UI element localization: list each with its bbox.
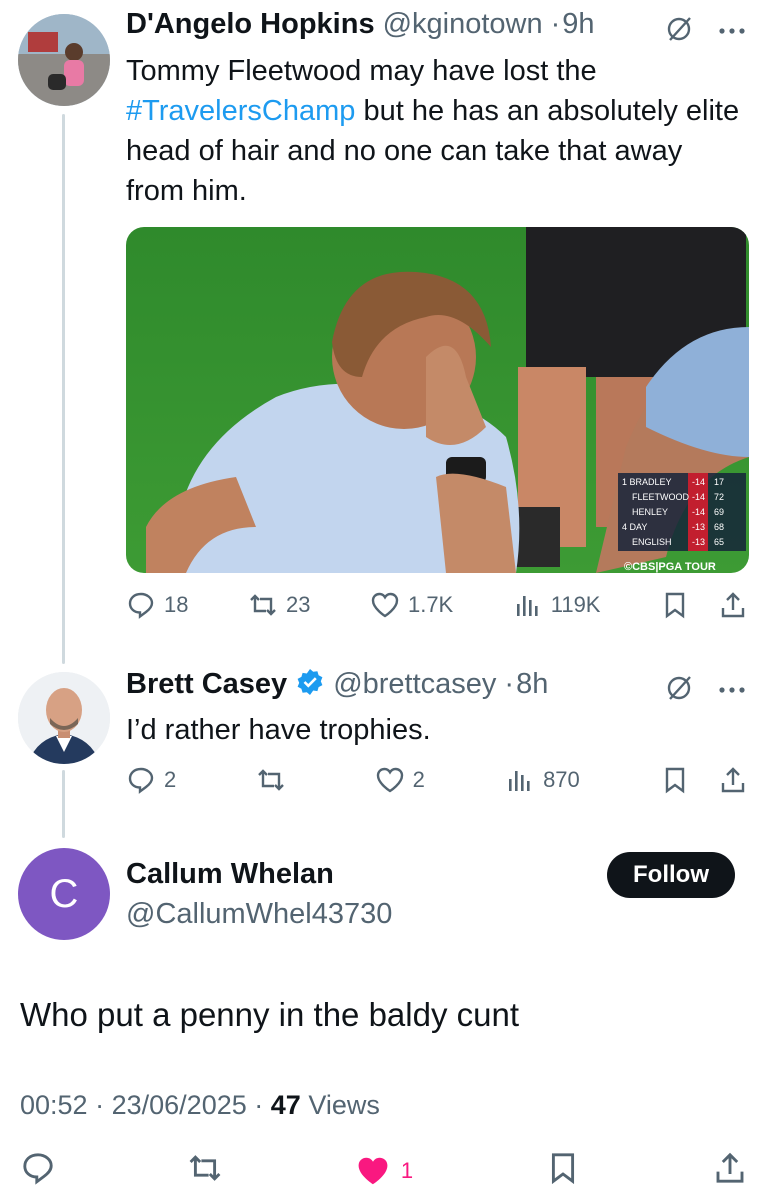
bookmark-button[interactable]: [545, 1150, 581, 1191]
media-watermark: ©CBS|PGA TOUR: [624, 561, 716, 573]
separator-dot: ·: [550, 8, 561, 40]
tweet-text: Who put a penny in the baldy cunt: [20, 996, 519, 1033]
views-icon: [516, 596, 538, 616]
reply-button[interactable]: 2: [126, 765, 176, 795]
views-count: 47: [270, 1090, 301, 1120]
bookmark-button[interactable]: [660, 590, 748, 620]
tweet-action-bar: 1: [20, 1150, 748, 1191]
reply-count: 2: [164, 767, 177, 792]
views-label: Views: [308, 1090, 380, 1120]
tweet-header: Brett Casey @brettcasey · 8h: [126, 667, 548, 702]
like-button[interactable]: 2: [375, 765, 425, 795]
user-handle[interactable]: @kginotown: [383, 8, 543, 41]
views-button[interactable]: 870: [505, 765, 580, 795]
avatar[interactable]: [18, 14, 110, 106]
timestamp[interactable]: 9h: [562, 8, 594, 41]
reply-icon: [128, 592, 154, 619]
svg-text:ENGLISH: ENGLISH: [632, 537, 672, 547]
repost-icon: [258, 769, 285, 791]
repost-icon: [190, 1155, 221, 1181]
avatar[interactable]: [18, 672, 110, 764]
user-handle[interactable]: @CallumWhel43730: [126, 898, 392, 931]
avatar-initial: C: [49, 871, 79, 916]
tweet-actions: 18 23 1.7K 119K: [126, 590, 748, 620]
user-handle[interactable]: @brettcasey: [333, 668, 496, 701]
bookmark-icon: [665, 592, 685, 619]
share-icon[interactable]: [718, 765, 748, 795]
thread-line: [62, 770, 65, 838]
heart-filled-icon: [358, 1157, 388, 1184]
repost-button[interactable]: [256, 765, 294, 795]
views-count: 119K: [550, 592, 601, 617]
svg-text:-14: -14: [692, 507, 705, 517]
tweet-text-part: Tommy Fleetwood may have lost the: [126, 55, 597, 87]
reply-count: 18: [164, 592, 189, 617]
svg-text:17: 17: [714, 477, 724, 487]
like-count: 1.7K: [407, 592, 454, 617]
repost-count: 23: [285, 592, 311, 617]
thread-line: [62, 114, 65, 664]
display-name[interactable]: Callum Whelan: [126, 858, 334, 891]
separator-dot: ·: [504, 668, 515, 700]
like-count: 2: [412, 767, 425, 792]
svg-text:-13: -13: [692, 522, 705, 532]
share-button[interactable]: [712, 1150, 748, 1191]
svg-text:-14: -14: [692, 477, 705, 487]
svg-text:HENLEY: HENLEY: [632, 507, 668, 517]
svg-text:69: 69: [714, 507, 724, 517]
reply-icon: [128, 767, 154, 794]
svg-text:-13: -13: [692, 537, 705, 547]
more-options-icon[interactable]: [718, 23, 746, 41]
share-icon[interactable]: [718, 590, 748, 620]
bookmark-icon: [665, 767, 685, 794]
reply-icon: [23, 1153, 53, 1185]
like-count: 1: [400, 1157, 414, 1183]
svg-text:-14: -14: [692, 492, 705, 502]
tweet-header: D'Angelo Hopkins @kginotown · 9h: [126, 8, 595, 41]
tweet-media-image[interactable]: 1 BRADLEY -14 17 FLEETWOOD -14 72 HENLEY -14…: [126, 227, 749, 573]
avatar[interactable]: C: [18, 848, 110, 940]
repost-button[interactable]: 23: [248, 590, 310, 620]
leaderboard-row: 1 BRADLEY: [622, 477, 672, 487]
repost-button[interactable]: [187, 1150, 223, 1191]
like-button[interactable]: 1.7K: [370, 590, 453, 620]
bookmark-button[interactable]: [660, 765, 748, 795]
svg-text:FLEETWOOD: FLEETWOOD: [632, 492, 690, 502]
views-button[interactable]: 119K: [513, 590, 601, 620]
svg-text:4 DAY: 4 DAY: [622, 522, 647, 532]
timestamp[interactable]: 8h: [516, 668, 548, 701]
display-name[interactable]: D'Angelo Hopkins: [126, 8, 375, 41]
grok-icon[interactable]: [664, 14, 694, 49]
tweet-metadata: 00:52 · 23/06/2025 · 47 Views: [20, 1090, 380, 1120]
heart-icon: [371, 592, 399, 618]
follow-button[interactable]: Follow: [607, 852, 735, 898]
tweet-actions: 2 2 870: [126, 765, 748, 795]
grok-icon[interactable]: [664, 673, 694, 708]
repost-icon: [250, 594, 276, 616]
reply-button[interactable]: [20, 1150, 56, 1191]
svg-text:68: 68: [714, 522, 724, 532]
like-button[interactable]: 1: [355, 1153, 413, 1189]
tweet-time[interactable]: 00:52: [20, 1090, 88, 1120]
views-count: 870: [543, 767, 580, 792]
share-icon: [716, 1152, 744, 1183]
bookmark-icon: [551, 1153, 574, 1185]
tweet-text: Tommy Fleetwood may have lost the #Trave…: [126, 51, 746, 211]
tweet-text: I’d rather have trophies.: [126, 714, 431, 746]
more-options-icon[interactable]: [718, 682, 746, 700]
display-name[interactable]: Brett Casey: [126, 668, 287, 701]
svg-text:72: 72: [714, 492, 724, 502]
svg-text:65: 65: [714, 537, 724, 547]
reply-button[interactable]: 18: [126, 590, 188, 620]
tweet-header-icons: [664, 673, 746, 708]
views-icon: [509, 771, 530, 791]
heart-icon: [376, 767, 403, 793]
hashtag-link[interactable]: #TravelersChamp: [126, 95, 355, 127]
tweet-header-icons: [664, 14, 746, 49]
tweet-date[interactable]: 23/06/2025: [112, 1090, 247, 1120]
verified-badge-icon: [295, 667, 325, 702]
